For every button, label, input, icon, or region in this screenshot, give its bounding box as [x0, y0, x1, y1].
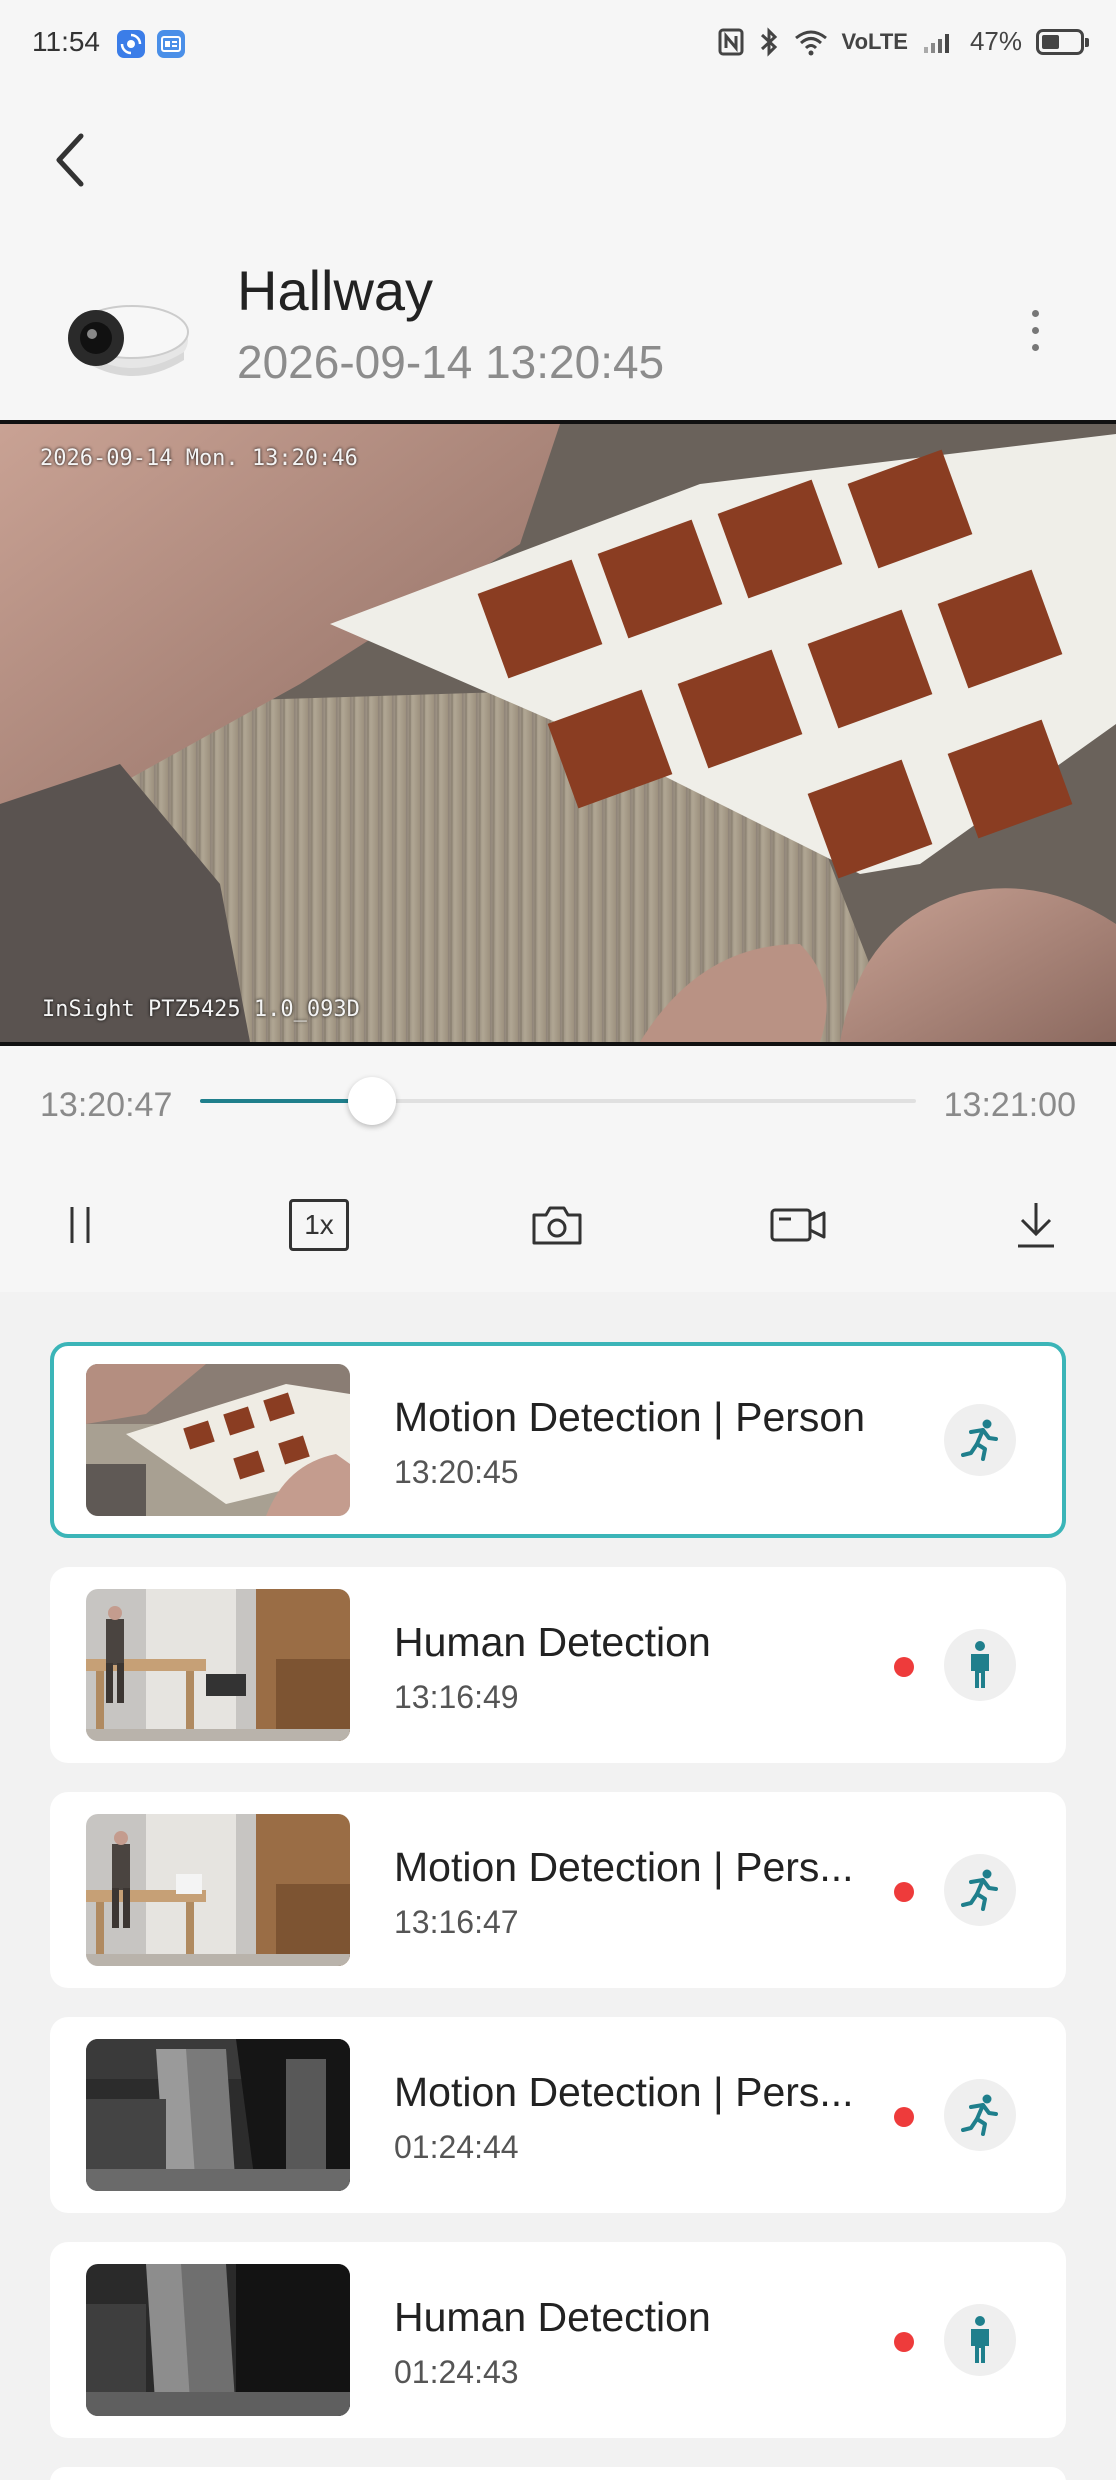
camera-device-icon — [56, 280, 196, 390]
speed-icon: 1x — [289, 1199, 349, 1251]
event-title: Motion Detection | Pers... — [394, 2069, 854, 2115]
download-icon — [1018, 1203, 1054, 1248]
dot — [1031, 343, 1039, 351]
event-time: 13:16:49 — [394, 1679, 519, 1715]
playback-start-time: 13:20:47 — [40, 1086, 173, 1124]
back-arrow-icon — [56, 133, 84, 187]
pause-icon — [70, 1207, 90, 1243]
event-thumbnail — [86, 1814, 350, 1966]
event-thumbnail — [86, 2264, 350, 2416]
dot — [1031, 326, 1039, 334]
event-time: 01:24:43 — [394, 2354, 519, 2390]
event-type-badge — [944, 1404, 1016, 1476]
event-title: Human Detection — [394, 2294, 711, 2340]
gallery-notification-icon — [157, 30, 185, 58]
running-person-icon — [961, 1869, 998, 1911]
pause-button[interactable] — [40, 1190, 120, 1260]
event-type-badge — [944, 1629, 1016, 1701]
volte-label: VoLTE — [841, 28, 908, 54]
event-item[interactable] — [50, 2467, 1066, 2480]
standing-person-icon — [971, 2316, 989, 2363]
bluetooth-icon — [758, 26, 780, 57]
event-item[interactable]: Human Detection 01:24:43 — [50, 2242, 1066, 2438]
event-type-badge — [944, 1854, 1016, 1926]
speed-button[interactable]: 1x — [279, 1190, 359, 1260]
standing-person-icon — [971, 1641, 989, 1688]
event-item[interactable]: Human Detection 13:16:49 — [50, 1567, 1066, 1763]
camera-timestamp: 2026-09-14 13:20:45 — [237, 336, 665, 388]
playback-end-time: 13:21:00 — [943, 1086, 1076, 1124]
event-time: 01:24:44 — [394, 2129, 519, 2165]
camera-icon — [532, 1206, 582, 1245]
event-item[interactable]: Motion Detection | Pers... 13:16:47 — [50, 1792, 1066, 1988]
unread-indicator — [894, 2107, 914, 2127]
unread-indicator — [894, 1882, 914, 1902]
event-type-badge — [944, 2304, 1016, 2376]
event-title: Motion Detection | Pers... — [394, 1844, 854, 1890]
playback-seek-slider[interactable] — [200, 1077, 916, 1125]
event-thumbnail — [86, 1589, 350, 1741]
record-button[interactable] — [758, 1190, 838, 1260]
event-item[interactable]: Motion Detection | Pers... 01:24:44 — [50, 2017, 1066, 2213]
status-bar: 11:54 VoLTE 47% — [0, 0, 1116, 90]
running-person-icon — [961, 2094, 998, 2136]
app-notification-icon — [117, 30, 145, 58]
more-options-button[interactable] — [1010, 290, 1060, 370]
event-title: Human Detection — [394, 1619, 711, 1665]
unread-indicator — [894, 2332, 914, 2352]
unread-indicator — [894, 1657, 914, 1677]
video-osd-timestamp: 2026-09-14 Mon. 13:20:46 — [40, 446, 358, 471]
video-record-icon — [770, 1208, 826, 1242]
status-time: 11:54 — [32, 26, 100, 57]
event-type-badge — [944, 2079, 1016, 2151]
status-indicators: VoLTE 47% — [718, 26, 1089, 57]
camera-name: Hallway — [237, 259, 434, 322]
dot — [1031, 309, 1039, 317]
back-button[interactable] — [40, 120, 100, 200]
download-button[interactable] — [996, 1190, 1076, 1260]
event-thumbnail — [86, 2039, 350, 2191]
video-frame-image — [0, 424, 1116, 1042]
seek-progress — [200, 1099, 372, 1103]
seek-handle[interactable] — [347, 1077, 396, 1125]
battery-percent: 47% — [969, 26, 1022, 56]
signal-icon — [922, 27, 956, 57]
running-person-icon — [961, 1419, 998, 1461]
video-osd-model: InSight PTZ5425 1.0_093D — [42, 997, 360, 1022]
wifi-icon — [794, 27, 828, 57]
event-time: 13:16:47 — [394, 1904, 519, 1940]
battery-icon — [1036, 28, 1089, 55]
event-time: 13:20:45 — [394, 1454, 519, 1490]
event-thumbnail — [86, 1364, 350, 1516]
event-item[interactable]: Motion Detection | Person 13:20:45 — [50, 1342, 1066, 1538]
nfc-icon — [718, 27, 744, 57]
event-title: Motion Detection | Person — [394, 1394, 865, 1440]
speed-label: 1x — [304, 1209, 334, 1240]
video-player[interactable]: 2026-09-14 Mon. 13:20:46 InSight PTZ5425… — [0, 420, 1116, 1046]
snapshot-button[interactable] — [517, 1190, 597, 1260]
